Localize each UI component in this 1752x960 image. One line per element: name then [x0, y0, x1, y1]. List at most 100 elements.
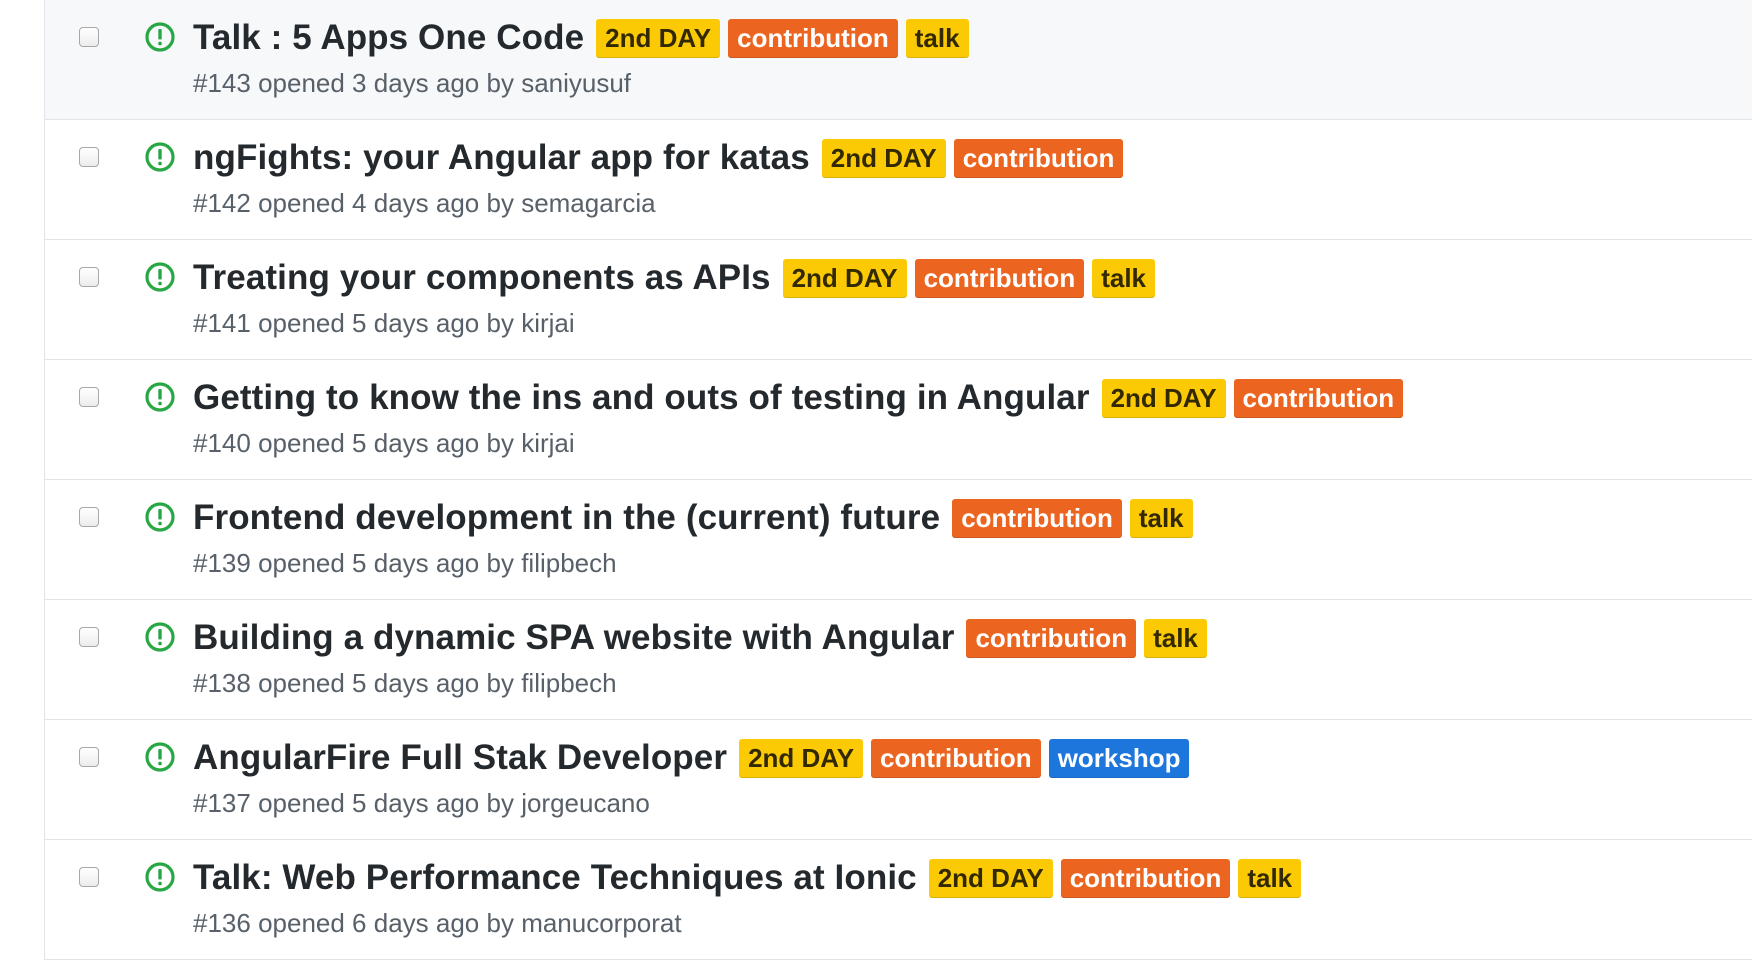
label-contribution[interactable]: contribution [871, 738, 1041, 778]
issue-opened-text: opened 5 days ago by [258, 308, 522, 338]
issue-meta: #136 opened 6 days ago by manucorporat [193, 908, 682, 939]
issue-meta: #137 opened 5 days ago by jorgeucano [193, 788, 650, 819]
issue-opened-icon [145, 382, 175, 412]
issue-labels: 2nd DAY contribution talk [782, 258, 1163, 298]
issue-checkbox[interactable] [79, 867, 99, 887]
issue-row: Getting to know the ins and outs of test… [45, 360, 1752, 480]
label-contribution[interactable]: contribution [966, 618, 1137, 658]
label-talk[interactable]: talk [1238, 858, 1302, 898]
issue-labels: 2nd DAY contribution talk [928, 858, 1309, 898]
issue-opened-icon [145, 502, 175, 532]
issue-author-link[interactable]: manucorporat [521, 908, 681, 938]
issue-opened-text: opened 5 days ago by [258, 548, 522, 578]
issue-meta: #142 opened 4 days ago by semagarcia [193, 188, 656, 219]
issue-title-line: AngularFire Full Stak Developer 2nd DAY c… [193, 736, 1197, 780]
label-contribution[interactable]: contribution [1060, 858, 1231, 898]
issue-title-link[interactable]: Getting to know the ins and outs of test… [193, 378, 1090, 418]
issues-list: Talk : 5 Apps One Code 2nd DAY contributi… [44, 0, 1752, 960]
issue-author-link[interactable]: filipbech [521, 548, 616, 578]
issue-number: #137 [193, 788, 259, 818]
issue-number: #141 [193, 308, 259, 338]
issue-labels: contribution talk [952, 498, 1200, 538]
issue-checkbox[interactable] [79, 627, 99, 647]
label-workshop[interactable]: workshop [1048, 738, 1190, 778]
issue-author-link[interactable]: jorgeucano [521, 788, 650, 818]
issue-opened-icon [145, 742, 175, 772]
label-contribution[interactable]: contribution [914, 258, 1085, 298]
issue-row: Building a dynamic SPA website with Angu… [45, 600, 1752, 720]
issue-number: #143 [193, 68, 259, 98]
issue-opened-icon [145, 22, 175, 52]
issue-title-line: Talk : 5 Apps One Code 2nd DAY contributi… [193, 16, 977, 60]
issue-title-link[interactable]: Talk: Web Performance Techniques at Ioni… [193, 858, 917, 898]
issue-opened-icon [145, 622, 175, 652]
issue-title-line: Frontend development in the (current) fu… [193, 496, 1201, 540]
label-talk[interactable]: talk [1092, 258, 1156, 298]
issue-title-link[interactable]: AngularFire Full Stak Developer [193, 738, 727, 778]
issue-checkbox[interactable] [79, 747, 99, 767]
label-talk[interactable]: talk [905, 18, 969, 58]
issue-number: #140 [193, 428, 259, 458]
issue-row: Talk: Web Performance Techniques at Ioni… [45, 840, 1752, 960]
label-contribution[interactable]: contribution [1233, 378, 1404, 418]
issue-opened-text: opened 5 days ago by [258, 788, 522, 818]
label-2nd-day[interactable]: 2nd DAY [782, 258, 907, 298]
label-2nd-day[interactable]: 2nd DAY [928, 858, 1053, 898]
issue-author-link[interactable]: saniyusuf [521, 68, 631, 98]
issue-checkbox[interactable] [79, 267, 99, 287]
issue-labels: contribution talk [966, 618, 1214, 658]
issue-labels: 2nd DAY contribution [1101, 378, 1412, 418]
label-2nd-day[interactable]: 2nd DAY [596, 18, 721, 58]
label-contribution[interactable]: contribution [952, 498, 1122, 538]
issue-row: Talk : 5 Apps One Code 2nd DAY contributi… [45, 0, 1752, 120]
issue-author-link[interactable]: semagarcia [521, 188, 655, 218]
issue-checkbox[interactable] [79, 27, 99, 47]
label-talk[interactable]: talk [1144, 618, 1207, 658]
issue-title-link[interactable]: ngFights: your Angular app for katas [193, 138, 810, 178]
issue-title-link[interactable]: Talk : 5 Apps One Code [193, 18, 584, 58]
label-contribution[interactable]: contribution [728, 18, 898, 58]
issue-meta: #143 opened 3 days ago by saniyusuf [193, 68, 631, 99]
issue-title-line: Building a dynamic SPA website with Angu… [193, 616, 1215, 660]
issue-row: AngularFire Full Stak Developer 2nd DAY c… [45, 720, 1752, 840]
issue-title-line: Talk: Web Performance Techniques at Ioni… [193, 856, 1309, 900]
issue-title-link[interactable]: Building a dynamic SPA website with Angu… [193, 618, 954, 658]
issue-meta: #140 opened 5 days ago by kirjai [193, 428, 575, 459]
issue-title-line: Treating your components as APIs 2nd DAY… [193, 256, 1163, 300]
issue-meta: #141 opened 5 days ago by kirjai [193, 308, 575, 339]
issue-number: #142 [193, 188, 259, 218]
label-2nd-day[interactable]: 2nd DAY [821, 138, 946, 178]
issue-labels: 2nd DAY contribution talk [596, 18, 976, 58]
issue-checkbox[interactable] [79, 147, 99, 167]
label-talk[interactable]: talk [1129, 498, 1193, 538]
issue-checkbox[interactable] [79, 387, 99, 407]
issue-opened-text: opened 6 days ago by [258, 908, 522, 938]
issue-author-link[interactable]: kirjai [521, 428, 574, 458]
issue-labels: 2nd DAY contribution workshop [739, 738, 1197, 778]
issue-checkbox[interactable] [79, 507, 99, 527]
issue-title-line: Getting to know the ins and outs of test… [193, 376, 1411, 420]
issue-row: Treating your components as APIs 2nd DAY… [45, 240, 1752, 360]
issue-title-link[interactable]: Frontend development in the (current) fu… [193, 498, 940, 538]
issue-opened-text: opened 3 days ago by [258, 68, 522, 98]
issue-number: #139 [193, 548, 259, 578]
issue-title-link[interactable]: Treating your components as APIs [193, 258, 771, 298]
issue-author-link[interactable]: kirjai [521, 308, 574, 338]
issue-number: #136 [193, 908, 259, 938]
issue-opened-text: opened 5 days ago by [258, 668, 522, 698]
issue-title-line: ngFights: your Angular app for katas 2nd… [193, 136, 1131, 180]
label-contribution[interactable]: contribution [953, 138, 1124, 178]
issue-labels: 2nd DAY contribution [821, 138, 1132, 178]
label-2nd-day[interactable]: 2nd DAY [1101, 378, 1226, 418]
issue-meta: #139 opened 5 days ago by filipbech [193, 548, 617, 579]
issue-opened-icon [145, 142, 175, 172]
issue-number: #138 [193, 668, 259, 698]
issue-meta: #138 opened 5 days ago by filipbech [193, 668, 617, 699]
issue-row: ngFights: your Angular app for katas 2nd… [45, 120, 1752, 240]
label-2nd-day[interactable]: 2nd DAY [739, 738, 864, 778]
issue-opened-text: opened 5 days ago by [258, 428, 522, 458]
issue-author-link[interactable]: filipbech [521, 668, 616, 698]
issue-row: Frontend development in the (current) fu… [45, 480, 1752, 600]
issue-opened-icon [145, 862, 175, 892]
issue-opened-icon [145, 262, 175, 292]
